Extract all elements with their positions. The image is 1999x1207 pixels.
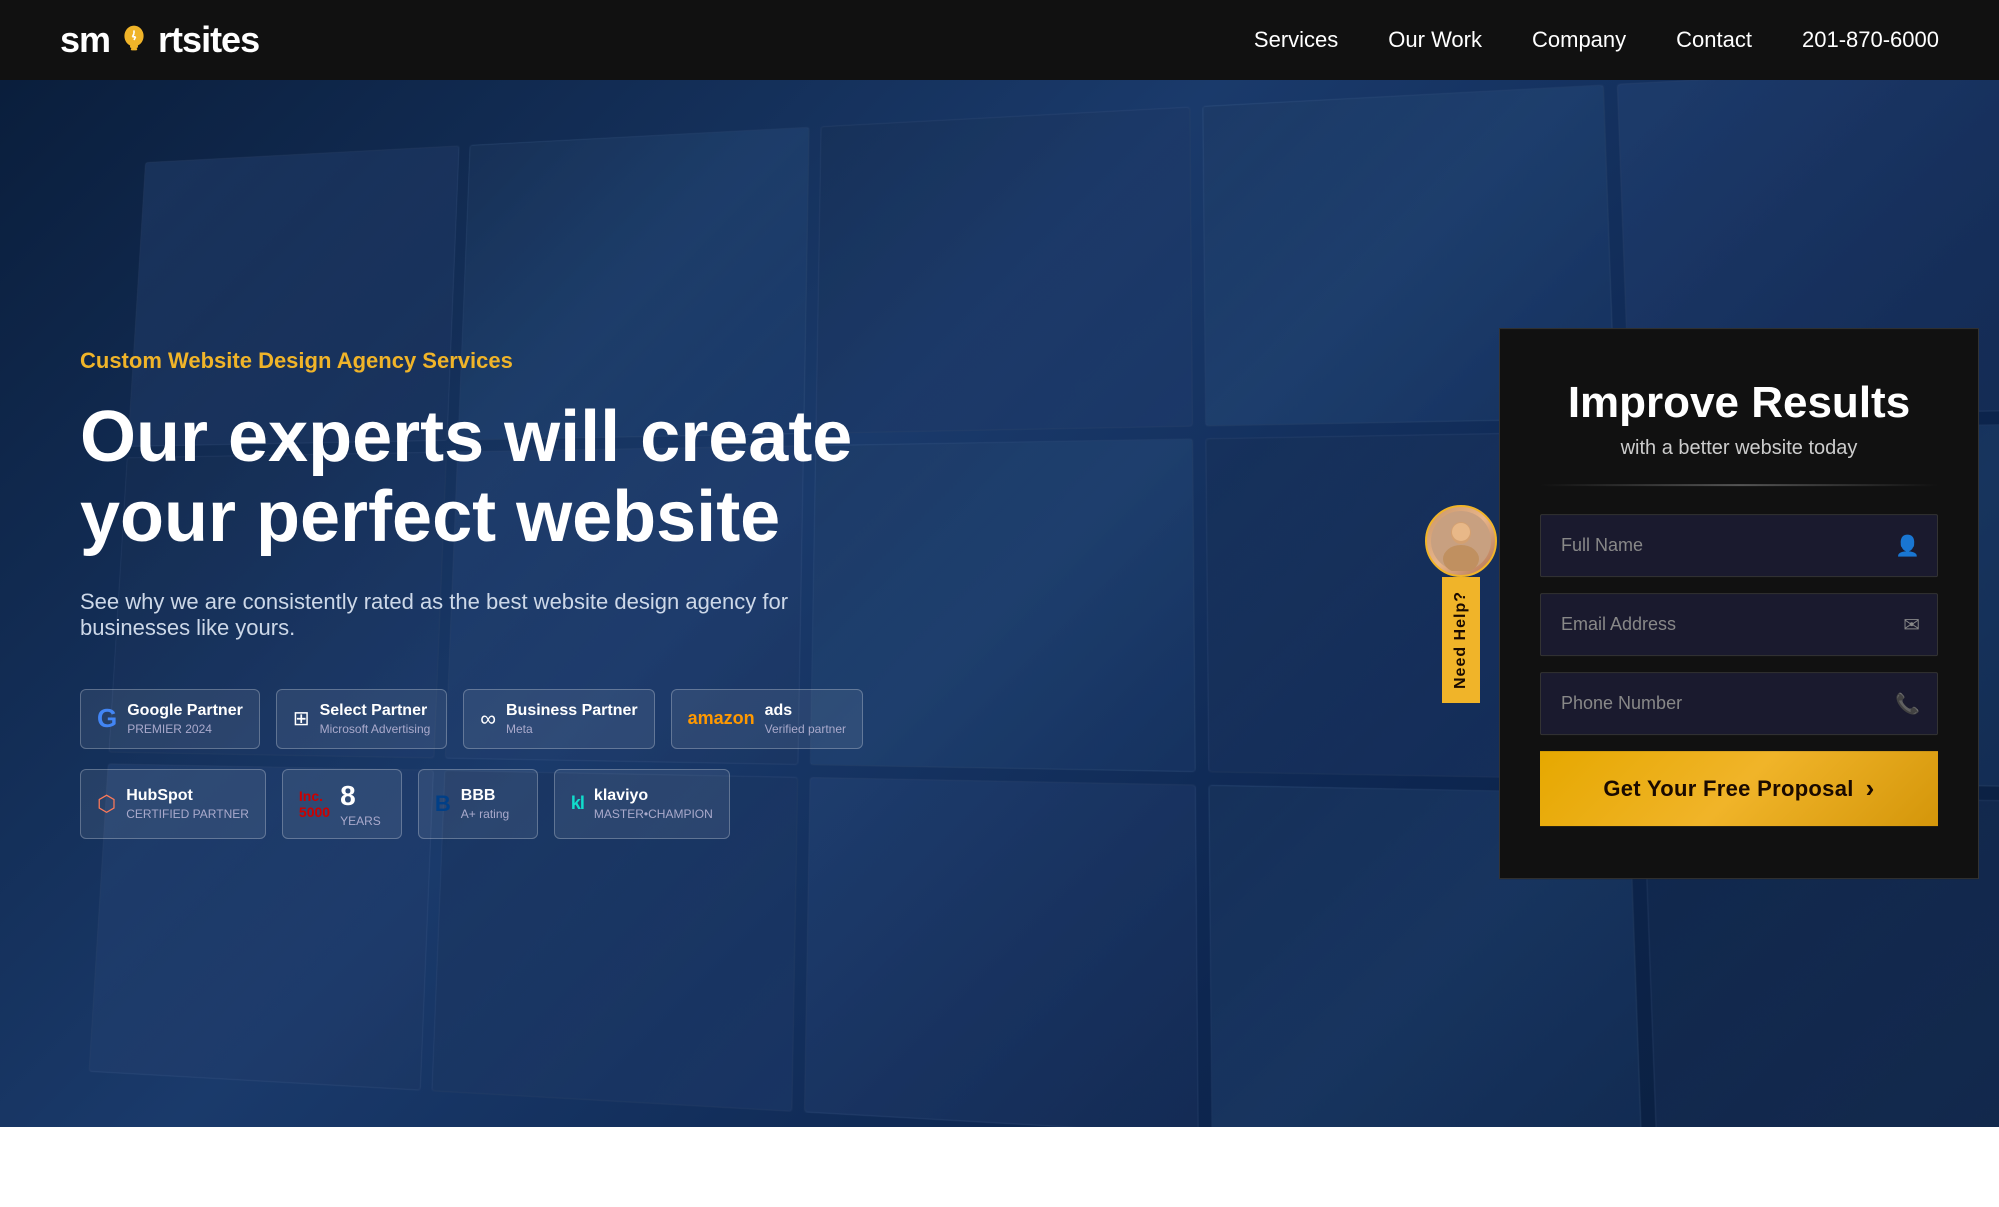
form-title: Improve Results xyxy=(1540,377,1938,430)
badge-row-1: G Google Partner PREMIER 2024 ⊞ Select P… xyxy=(80,689,920,749)
email-input[interactable] xyxy=(1540,593,1938,656)
badge-google-main: Google Partner xyxy=(127,702,243,720)
badge-amazon: amazon ads Verified partner xyxy=(671,689,863,749)
badge-klaviyo-sub: MASTER•CHAMPION xyxy=(594,807,713,821)
amazon-icon: amazon xyxy=(688,708,755,729)
phone-field: 📞 xyxy=(1540,672,1938,735)
badge-meta: ∞ Business Partner Meta xyxy=(463,689,654,749)
hero-title: Our experts will create your perfect web… xyxy=(80,398,920,556)
badge-inc5000-sub: YEARS xyxy=(340,814,381,828)
email-icon: ✉ xyxy=(1903,612,1920,637)
microsoft-icon: ⊞ xyxy=(293,706,310,731)
nav-phone-link[interactable]: 201-870-6000 xyxy=(1802,27,1939,52)
full-name-input[interactable] xyxy=(1540,514,1938,577)
arrow-icon: › xyxy=(1866,773,1875,804)
full-name-field: 👤 xyxy=(1540,514,1938,577)
klaviyo-icon: kl xyxy=(571,793,584,814)
hero-section: Custom Website Design Agency Services Ou… xyxy=(0,80,1999,1127)
badge-hubspot-main: HubSpot xyxy=(126,787,249,805)
need-help-label[interactable]: Need Help? xyxy=(1442,576,1480,702)
hero-description: See why we are consistently rated as the… xyxy=(80,589,900,641)
phone-icon: 📞 xyxy=(1895,691,1920,716)
nav-item-contact[interactable]: Contact xyxy=(1676,27,1752,53)
nav-link-our-work[interactable]: Our Work xyxy=(1388,27,1482,52)
nav-link-company[interactable]: Company xyxy=(1532,27,1626,52)
hero-content: Custom Website Design Agency Services Ou… xyxy=(0,348,1000,858)
badge-inc5000: Inc.5000 8 YEARS xyxy=(282,769,402,839)
badge-amazon-main: ads xyxy=(765,702,846,720)
badge-bbb-sub: A+ rating xyxy=(461,807,509,821)
phone-input[interactable] xyxy=(1540,672,1938,735)
badge-amazon-sub: Verified partner xyxy=(765,722,846,736)
badge-microsoft-sub: Microsoft Advertising xyxy=(320,722,431,736)
logo-text: sm rtsites xyxy=(60,19,259,61)
person-icon: 👤 xyxy=(1895,533,1920,558)
meta-icon: ∞ xyxy=(480,706,496,732)
email-field: ✉ xyxy=(1540,593,1938,656)
badge-bbb: B BBB A+ rating xyxy=(418,769,538,839)
badge-microsoft: ⊞ Select Partner Microsoft Advertising xyxy=(276,689,447,749)
nav-item-services[interactable]: Services xyxy=(1254,27,1338,53)
nav-phone[interactable]: 201-870-6000 xyxy=(1802,27,1939,53)
badge-microsoft-main: Select Partner xyxy=(320,702,431,720)
form-divider xyxy=(1540,484,1938,486)
badge-bbb-main: BBB xyxy=(461,787,509,805)
badge-google-sub: PREMIER 2024 xyxy=(127,722,243,736)
badge-meta-sub: Meta xyxy=(506,722,638,736)
nav-item-our-work[interactable]: Our Work xyxy=(1388,27,1482,53)
hubspot-icon: ⬡ xyxy=(97,791,116,817)
form-subtitle: with a better website today xyxy=(1540,437,1938,460)
badge-meta-main: Business Partner xyxy=(506,702,638,720)
navbar: sm rtsites Services Our Work Company Con… xyxy=(0,0,1999,80)
google-icon: G xyxy=(97,703,117,734)
hero-subtitle: Custom Website Design Agency Services xyxy=(80,348,920,374)
submit-label: Get Your Free Proposal xyxy=(1603,776,1853,802)
nav-link-services[interactable]: Services xyxy=(1254,27,1338,52)
badge-hubspot-sub: CERTIFIED PARTNER xyxy=(126,807,249,821)
nav-links: Services Our Work Company Contact 201-87… xyxy=(1254,27,1939,53)
badge-inc5000-num: 8 xyxy=(340,780,381,812)
bbb-icon: B xyxy=(435,791,451,817)
bottom-bar xyxy=(0,1127,1999,1207)
badge-klaviyo-main: klaviyo xyxy=(594,787,713,805)
badge-klaviyo: kl klaviyo MASTER•CHAMPION xyxy=(554,769,730,839)
logo[interactable]: sm rtsites xyxy=(60,19,259,61)
need-help-avatar xyxy=(1425,504,1497,576)
badge-row-2: ⬡ HubSpot CERTIFIED PARTNER Inc.5000 8 Y… xyxy=(80,769,920,839)
need-help-tab[interactable]: Need Help? xyxy=(1425,504,1497,702)
badge-hubspot: ⬡ HubSpot CERTIFIED PARTNER xyxy=(80,769,266,839)
submit-button[interactable]: Get Your Free Proposal › xyxy=(1540,751,1938,826)
nav-link-contact[interactable]: Contact xyxy=(1676,27,1752,52)
contact-form-panel: Improve Results with a better website to… xyxy=(1499,328,1979,880)
form-title-line1: Improve Results xyxy=(1568,378,1910,427)
badge-google: G Google Partner PREMIER 2024 xyxy=(80,689,260,749)
inc5000-icon: Inc.5000 xyxy=(299,788,330,820)
nav-item-company[interactable]: Company xyxy=(1532,27,1626,53)
